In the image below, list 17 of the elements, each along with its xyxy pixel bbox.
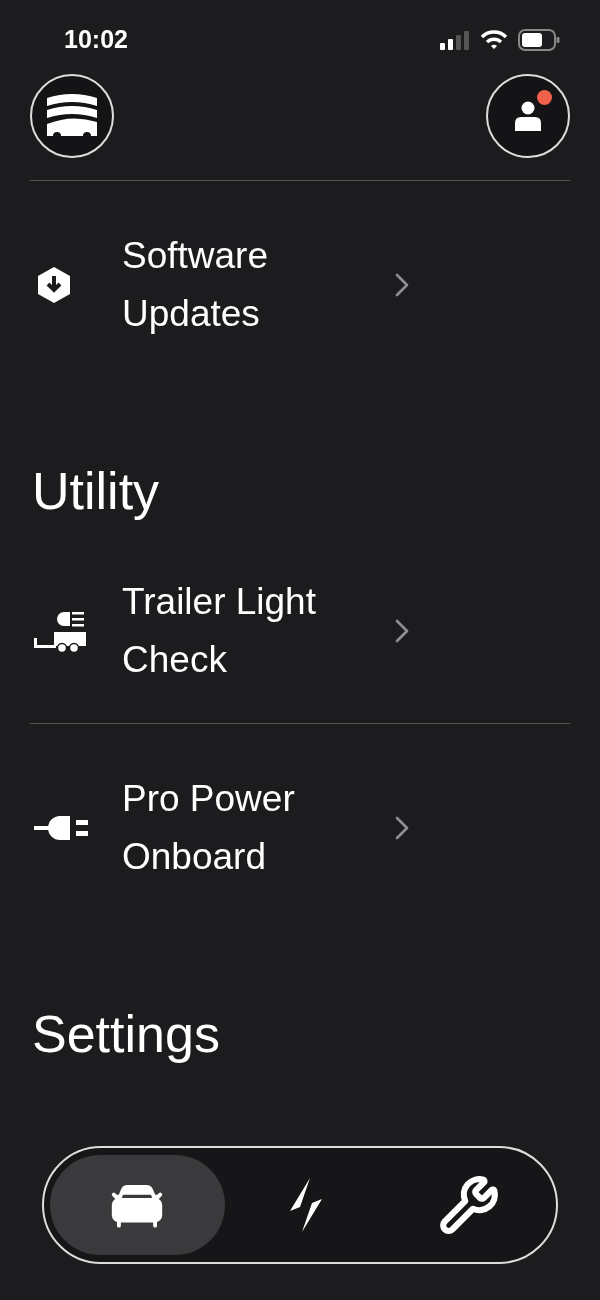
menu-row[interactable]: Pro Power Onboard: [32, 724, 568, 920]
section-heading: Utility: [32, 461, 161, 522]
row-label: Software Updates: [122, 234, 269, 336]
battery-icon: [518, 29, 560, 51]
row-label: Trailer Light Check: [122, 580, 317, 682]
lightning-icon: [287, 1177, 324, 1233]
tab[interactable]: [50, 1155, 225, 1255]
signal-icon: [440, 30, 470, 50]
wifi-icon: [480, 30, 508, 50]
person-icon: [515, 101, 541, 131]
plug-icon: [34, 815, 90, 841]
row-label: Pro Power Onboard: [122, 777, 296, 879]
wrench-icon: [437, 1174, 500, 1236]
section-heading: Settings: [32, 1004, 221, 1065]
menu-row[interactable]: Software Updates: [32, 181, 568, 377]
menu-row[interactable]: Trailer Light Check: [32, 527, 568, 723]
status-time: 10:02: [64, 24, 128, 56]
